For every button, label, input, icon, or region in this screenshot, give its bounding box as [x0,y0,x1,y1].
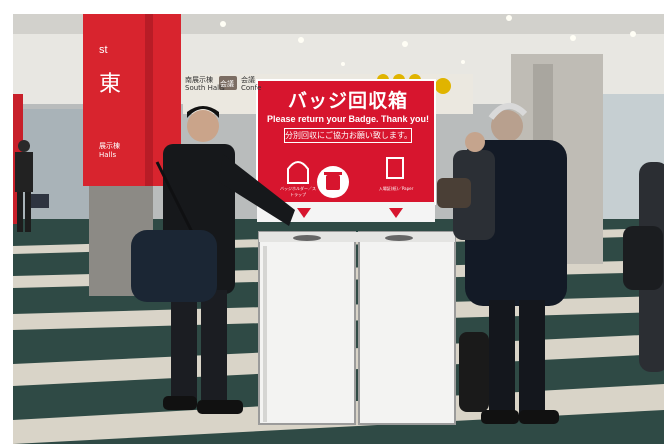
pillar-small-text: st [99,44,108,56]
banner-badge-text: 会議 [220,80,234,88]
banner-left-text: 南展示棟 South Halls [185,76,225,92]
event-photo: st 東 展示棟 Halls 南展示棟 South Halls 会議 会議 Co… [13,14,664,444]
sign-left-caption: バッジホルダー／ストラップ [280,186,316,197]
sign-japanese-text: 分別回収にご協力お願い致します。 [284,128,412,143]
sign-right-caption: 入場証(紙)／Paper [378,186,414,191]
pillar-big-text: 東 [99,72,122,97]
pillar-sub-text: 展示棟 Halls [99,142,120,159]
sign-title: バッジ回収箱 [287,90,408,112]
sign-english-text: Please return your Badge. Thank you! [266,114,430,124]
banner-mid-text: 会議 Confe [241,76,262,92]
